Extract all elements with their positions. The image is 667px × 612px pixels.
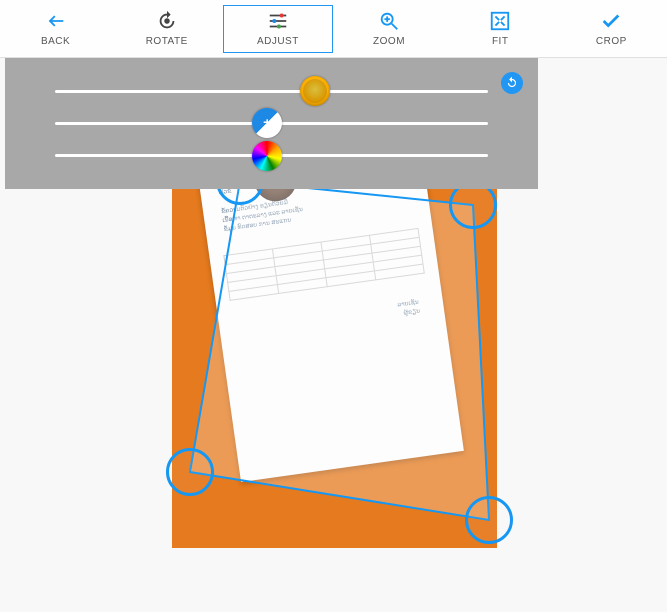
fit-button[interactable]: FIT — [445, 5, 555, 53]
slider-track — [55, 90, 488, 93]
reset-adjust-button[interactable] — [501, 72, 523, 94]
crop-handle-br[interactable] — [465, 496, 513, 544]
canvas-area: ໑/໑໕/໒໕ ຫົວຂໍ້ ຂໍ້ຄວາມຕົວຢ່າງ ຂຽນດ້ວຍມື … — [0, 58, 667, 612]
sun-icon[interactable] — [300, 76, 330, 106]
fit-icon — [489, 10, 511, 32]
exposure-icon[interactable]: ± — [252, 108, 282, 138]
tool-label: ZOOM — [373, 36, 405, 47]
arrow-left-icon — [45, 10, 67, 32]
tool-label: ROTATE — [146, 36, 188, 47]
color-wheel-icon[interactable] — [252, 141, 282, 171]
tool-label: BACK — [41, 36, 70, 47]
check-icon — [600, 10, 622, 32]
adjust-panel: ± — [5, 58, 538, 189]
toolbar: BACK ROTATE ADJUST ZOOM FIT CRO — [0, 0, 667, 58]
sliders-icon — [267, 10, 289, 32]
tool-label: FIT — [492, 36, 509, 47]
crop-handle-bl[interactable] — [166, 448, 214, 496]
rotate-button[interactable]: ROTATE — [112, 5, 222, 53]
zoom-in-icon — [378, 10, 400, 32]
brightness-slider[interactable] — [55, 82, 488, 100]
reset-icon — [505, 76, 519, 90]
exposure-slider[interactable]: ± — [55, 114, 488, 132]
tool-label: CROP — [596, 36, 627, 47]
rotate-icon — [156, 10, 178, 32]
back-button[interactable]: BACK — [1, 5, 111, 53]
tool-label: ADJUST — [257, 36, 299, 47]
crop-button[interactable]: CROP — [556, 5, 666, 53]
adjust-button[interactable]: ADJUST — [223, 5, 333, 53]
zoom-button[interactable]: ZOOM — [334, 5, 444, 53]
saturation-slider[interactable] — [55, 147, 488, 165]
